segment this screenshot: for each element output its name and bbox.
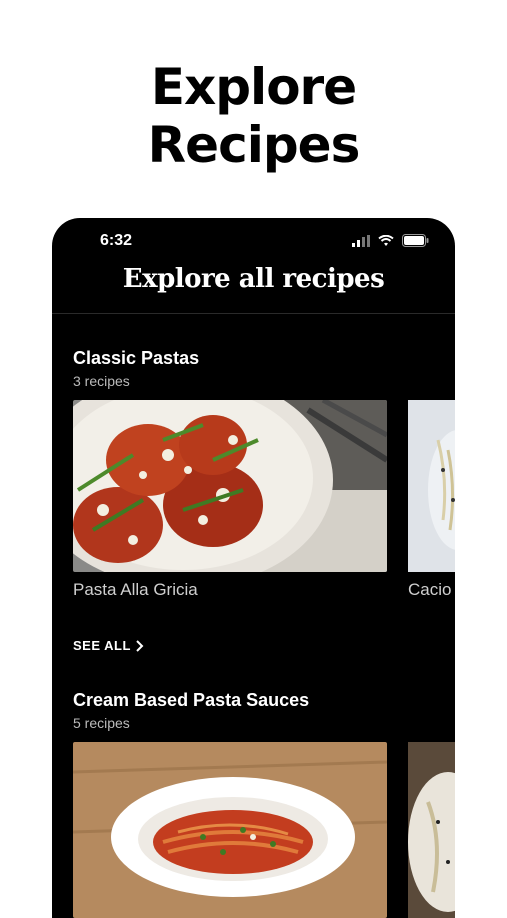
- headline-line-1: Explore: [150, 58, 357, 116]
- header-divider: [52, 313, 455, 314]
- chevron-right-icon: [136, 639, 144, 652]
- signal-icon: [352, 234, 370, 247]
- recipe-title[interactable]: Cacio: [408, 580, 455, 600]
- section-count: 5 recipes: [73, 715, 130, 731]
- page-headline: Explore Recipes: [0, 58, 507, 174]
- wifi-icon: [378, 234, 394, 246]
- recipe-card[interactable]: Pasta Alla Gricia: [73, 400, 387, 600]
- section-title: Classic Pastas: [73, 348, 200, 368]
- recipe-image[interactable]: [73, 400, 387, 572]
- phone-screen: 6:32 Explore all recipes Classic Pastas …: [52, 218, 455, 918]
- status-time: 6:32: [100, 232, 133, 249]
- section-count: 3 recipes: [73, 373, 130, 389]
- recipe-carousel[interactable]: Pasta Alla Gricia Cacio: [73, 400, 455, 600]
- recipe-image[interactable]: [408, 742, 455, 918]
- battery-icon: [402, 234, 429, 247]
- recipe-card[interactable]: Cacio: [408, 400, 455, 600]
- section-title: Cream Based Pasta Sauces: [73, 690, 310, 710]
- recipe-title[interactable]: Pasta Alla Gricia: [73, 580, 387, 600]
- recipe-card[interactable]: [408, 742, 455, 918]
- see-all-label: SEE ALL: [73, 638, 131, 653]
- headline-line-2: Recipes: [147, 116, 361, 174]
- recipe-card[interactable]: [73, 742, 387, 918]
- see-all-link[interactable]: SEE ALL: [73, 638, 144, 653]
- recipe-image[interactable]: [73, 742, 387, 918]
- recipe-image[interactable]: [408, 400, 455, 572]
- section-classic-pastas: Classic Pastas 3 recipes: [73, 348, 455, 389]
- recipe-carousel[interactable]: [73, 742, 455, 918]
- status-icons: [352, 234, 429, 247]
- screen-title: Explore all recipes: [122, 264, 385, 294]
- section-cream-based-pasta-sauces: Cream Based Pasta Sauces 5 recipes: [73, 690, 455, 731]
